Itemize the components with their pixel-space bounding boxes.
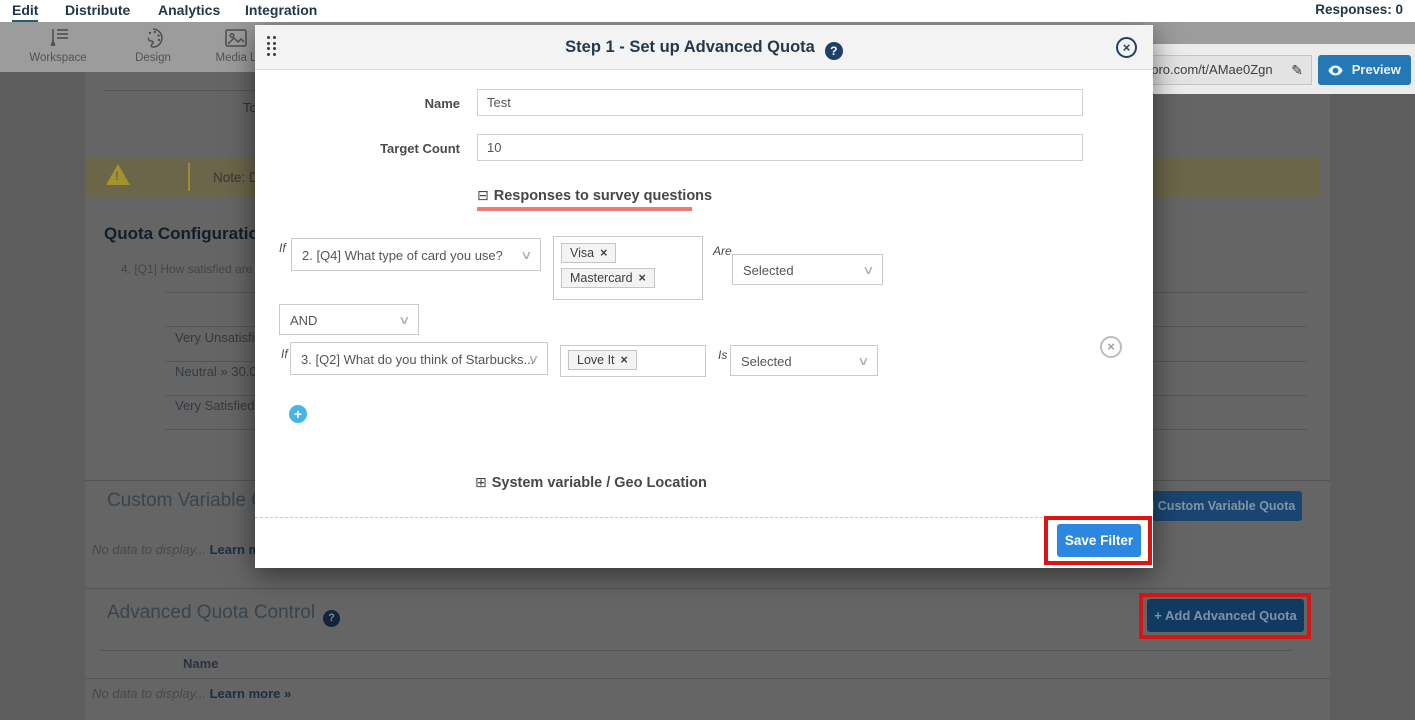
toolbar-item-label: Workspace [13,52,103,64]
table-header-name: Name [183,656,218,671]
answer-chip: Love It × [568,350,637,370]
advanced-quota-modal: Step 1 - Set up Advanced Quota? × Name T… [255,25,1153,568]
answer-chip-label: Visa [570,246,594,260]
question-select-1-value: 2. [Q4] What type of card you use? [302,248,503,263]
note-divider [188,163,190,191]
nav-tab-edit[interactable]: Edit [12,0,38,22]
answer-chip: Visa × [561,243,616,263]
survey-url-text: npro.com/t/AMae0Zgn [1144,62,1273,77]
quota-configuration-title: Quota Configuratio [104,224,259,244]
modal-title-text: Step 1 - Set up Advanced Quota [565,38,815,56]
no-data-label: No data to display... [92,686,206,701]
table-divider [100,650,1292,651]
answer-chip: Mastercard × [561,268,655,288]
edit-url-pencil-icon[interactable]: ✎ [1291,56,1303,84]
eye-icon [1328,62,1348,77]
nav-tab-integration[interactable]: Integration [245,0,317,22]
toolbar-item-workspace[interactable]: Workspace [13,26,103,64]
question-select-2-value: 3. [Q2] What do you think of Starbucks..… [301,352,534,367]
answer-chip-label: Mastercard [570,271,633,285]
close-icon[interactable]: × [1116,37,1137,58]
app-root: Edit Distribute Analytics Integration Re… [0,0,1415,720]
condition-if-label: If [279,241,286,255]
learn-more-link[interactable]: Learn more » [210,686,292,701]
chip-remove-icon[interactable]: × [639,271,646,285]
annotation-highlight-add-advanced-quota [1139,593,1311,639]
operator-select-1-value: Selected [743,263,794,278]
survey-url-field[interactable]: npro.com/t/AMae0Zgn ✎ [1135,55,1312,85]
footer-divider [255,517,1153,518]
add-condition-icon[interactable]: + [289,405,307,423]
responses-section-toggle[interactable]: ⊟ Responses to survey questions [477,187,712,204]
toolbar-item-label: Design [108,52,198,64]
answer-chip-label: Love It [577,353,615,367]
joiner-select[interactable]: AND ∨ [279,304,419,335]
responses-section-label: Responses to survey questions [494,188,712,204]
modal-title: Step 1 - Set up Advanced Quota? [255,25,1153,70]
operator-select-1[interactable]: Selected ∨ [732,254,883,285]
question-select-2[interactable]: 3. [Q2] What do you think of Starbucks..… [290,342,548,375]
section-divider [85,588,1330,589]
system-variable-section-toggle[interactable]: ⊞ System variable / Geo Location [475,474,707,491]
operator-select-2-value: Selected [741,354,792,369]
remove-condition-icon[interactable]: × [1100,336,1122,358]
nav-tab-distribute[interactable]: Distribute [65,0,130,22]
name-field-label: Name [255,96,460,111]
collapse-icon[interactable]: ⊟ [477,187,489,203]
no-data-label: No data to display... [92,542,206,557]
answer-chips-2[interactable]: Love It × [560,345,706,377]
quota-question-label: 4. [Q1] How satisfied are [121,262,252,276]
condition-is-label: Is [718,348,727,362]
toolbar-item-design[interactable]: Design [108,26,198,64]
table-divider [85,678,1330,679]
save-filter-button[interactable]: Save Filter [1057,524,1141,557]
chevron-down-icon: ∨ [527,343,539,375]
chevron-down-icon: ∨ [857,346,869,376]
chip-remove-icon[interactable]: × [621,353,628,367]
preview-button-label: Preview [1352,62,1401,77]
annotation-underline-responses [477,207,692,211]
help-icon[interactable]: ? [323,610,340,627]
question-select-1[interactable]: 2. [Q4] What type of card you use? ∨ [291,238,541,271]
add-custom-variable-quota-button[interactable]: d Custom Variable Quota [1140,491,1302,521]
quota-row-label: Very Satisfied » [175,398,265,413]
chevron-down-icon: ∨ [398,305,410,335]
advanced-quota-control-label: Advanced Quota Control [107,602,315,623]
custom-variable-quota-title: Custom Variable Q [107,490,266,512]
preview-button[interactable]: Preview [1318,55,1411,85]
target-count-field[interactable] [477,134,1083,161]
condition-are-label: Are [713,244,732,258]
workspace-icon [13,26,103,50]
answer-chips-1[interactable]: Visa × Mastercard × [553,236,703,300]
design-palette-icon [108,26,198,50]
condition-if-label: If [281,347,288,361]
top-nav: Edit Distribute Analytics Integration Re… [0,0,1415,22]
system-variable-section-label: System variable / Geo Location [492,475,707,491]
advanced-quota-control-title: Advanced Quota Control? [107,602,340,627]
nav-tab-analytics[interactable]: Analytics [158,0,220,22]
responses-count: Responses: 0 [1315,0,1403,22]
chevron-down-icon: ∨ [520,239,532,271]
joiner-select-value: AND [290,313,317,328]
custom-no-data-text: No data to display... Learn mo [92,542,268,557]
help-icon[interactable]: ? [825,42,843,60]
name-field[interactable] [477,89,1083,116]
expand-icon[interactable]: ⊞ [475,474,487,490]
advanced-no-data-text: No data to display... Learn more » [92,686,291,701]
chip-remove-icon[interactable]: × [600,246,607,260]
target-count-field-label: Target Count [255,141,460,156]
chevron-down-icon: ∨ [862,255,874,285]
operator-select-2[interactable]: Selected ∨ [730,345,878,376]
warning-triangle-icon: ! [106,164,130,185]
